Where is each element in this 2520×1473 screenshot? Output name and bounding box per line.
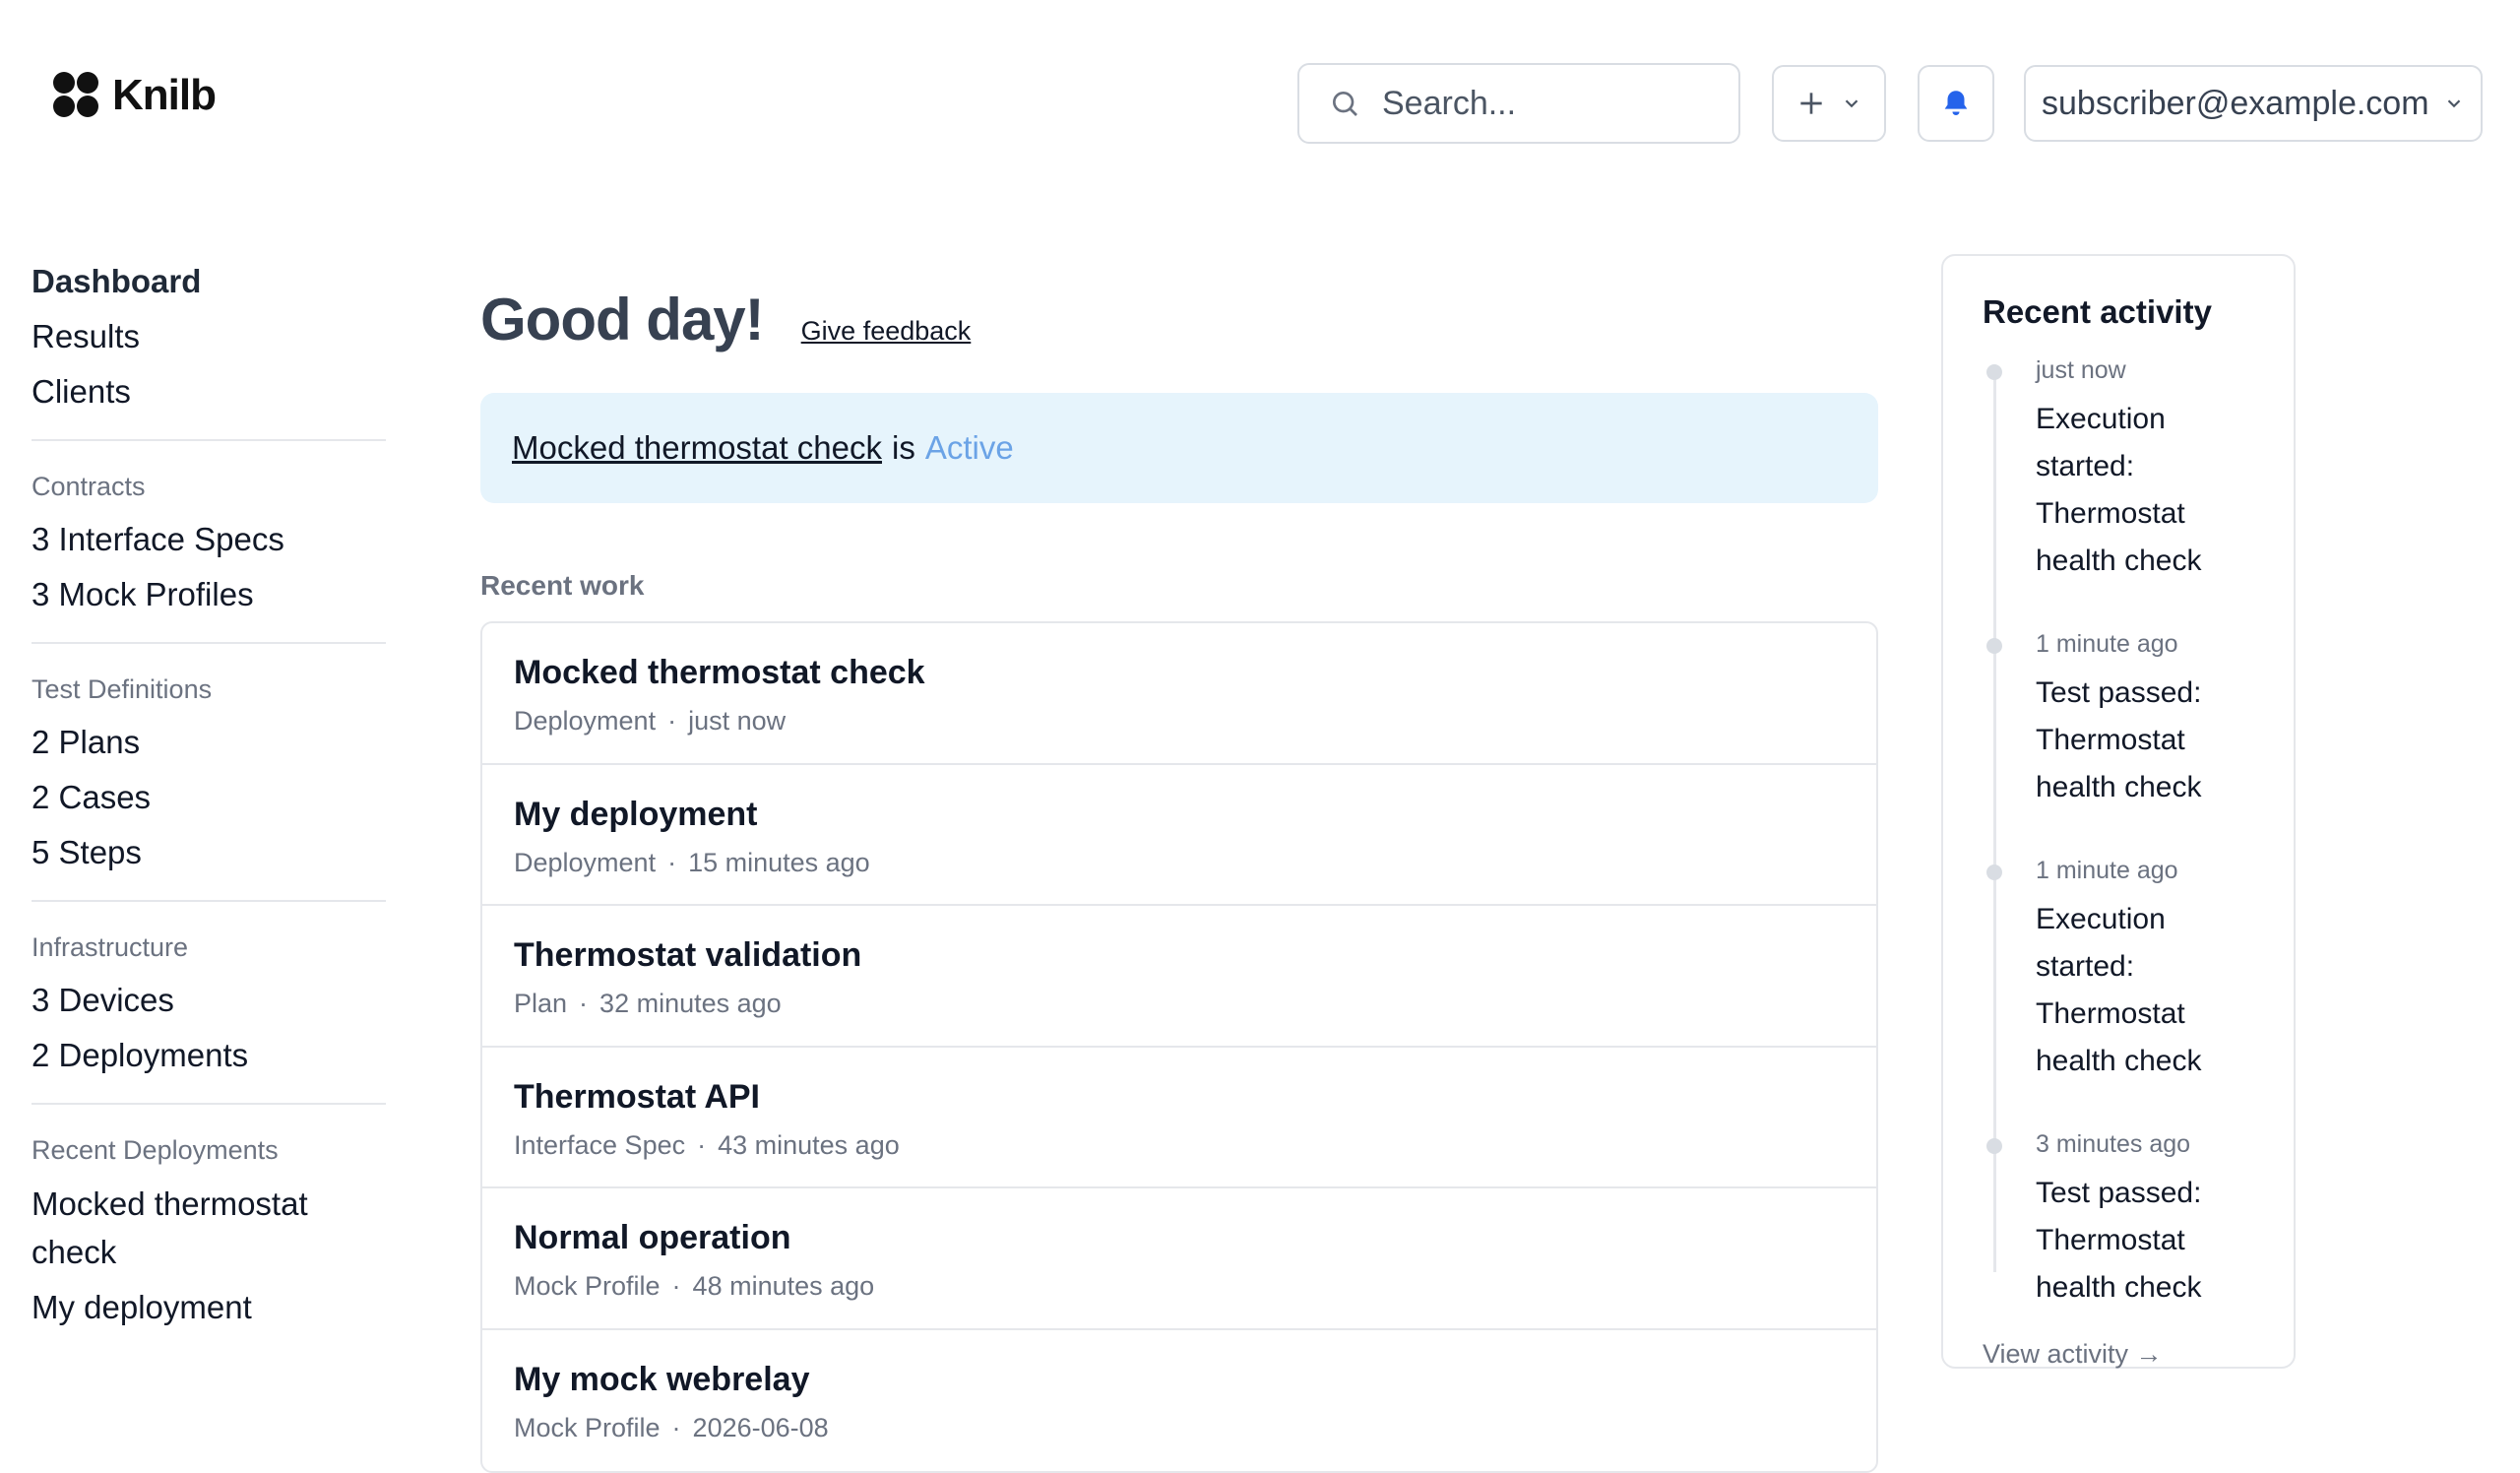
event-time: 1 minute ago xyxy=(2036,857,2178,884)
give-feedback-link[interactable]: Give feedback xyxy=(801,316,972,347)
meta-separator: · xyxy=(697,1129,707,1160)
activity-event: 1 minute ago Execution started: Thermost… xyxy=(1986,853,2294,1085)
greeting-row: Good day! Give feedback xyxy=(480,286,1878,353)
create-new-button[interactable] xyxy=(1772,65,1886,142)
search-input[interactable] xyxy=(1382,84,1717,123)
chevron-down-icon xyxy=(2447,99,2460,108)
item-time: 48 minutes ago xyxy=(692,1271,875,1301)
sidebar-item-interface-specs[interactable]: 3 Interface Specs xyxy=(32,512,386,567)
event-text: Execution started: Thermostat health che… xyxy=(2036,903,2202,1077)
logo-icon xyxy=(53,72,100,119)
event-time: 3 minutes ago xyxy=(2036,1130,2191,1158)
sidebar-divider xyxy=(32,642,386,644)
item-type: Deployment xyxy=(514,847,657,877)
user-email: subscriber@example.com xyxy=(2042,84,2429,122)
status-badge: Active xyxy=(924,429,1014,466)
activity-event: 3 minutes ago Test passed: Thermostat he… xyxy=(1986,1126,2294,1312)
activity-event: 1 minute ago Test passed: Thermostat hea… xyxy=(1986,626,2294,811)
notifications-button[interactable] xyxy=(1918,65,1994,142)
status-banner: Mocked thermostat check is Active xyxy=(480,393,1878,503)
activity-title: Recent activity xyxy=(1983,293,2212,330)
chevron-down-icon xyxy=(1845,99,1858,108)
item-title: My mock webrelay xyxy=(514,1360,810,1398)
sidebar-item-cases[interactable]: 2 Cases xyxy=(32,770,386,825)
plus-icon xyxy=(1800,93,1822,114)
list-item[interactable]: Thermostat API Interface Spec · 43 minutes… xyxy=(482,1048,1876,1188)
sidebar-item-recent-deployment[interactable]: Mocked thermostat check xyxy=(32,1176,356,1280)
list-item[interactable]: Thermostat validation Plan · 32 minutes ag… xyxy=(482,906,1876,1048)
recent-work-list: Mocked thermostat check Deployment · just … xyxy=(480,621,1878,1473)
sidebar-item-clients[interactable]: Clients xyxy=(32,364,386,419)
meta-separator: · xyxy=(667,706,677,736)
meta-separator: · xyxy=(671,1412,681,1442)
event-time: 1 minute ago xyxy=(2036,630,2178,658)
meta-separator: · xyxy=(671,1271,681,1301)
event-time: just now xyxy=(2036,356,2126,384)
activity-event: just now Execution started: Thermostat h… xyxy=(1986,352,2294,585)
item-title: Thermostat API xyxy=(514,1077,761,1116)
item-title: Thermostat validation xyxy=(514,936,862,974)
bell-icon xyxy=(1944,91,1968,116)
sidebar-item-deployments[interactable]: 2 Deployments xyxy=(32,1028,386,1083)
sidebar-divider xyxy=(32,900,386,902)
item-title: Mocked thermostat check xyxy=(514,654,925,691)
item-type: Mock Profile xyxy=(514,1271,661,1301)
sidebar-item-devices[interactable]: 3 Devices xyxy=(32,973,386,1028)
sidebar: Dashboard Results Clients Contracts 3 In… xyxy=(32,254,386,1335)
sidebar-item-steps[interactable]: 5 Steps xyxy=(32,825,386,880)
item-time: 32 minutes ago xyxy=(599,989,782,1018)
timeline-dot xyxy=(1986,638,2002,654)
item-title: Normal operation xyxy=(514,1219,791,1256)
brand-logo[interactable]: Knilb xyxy=(53,71,217,120)
meta-separator: · xyxy=(667,847,677,877)
timeline-dot xyxy=(1986,364,2002,380)
item-type: Mock Profile xyxy=(514,1412,661,1442)
item-time: 15 minutes ago xyxy=(688,847,870,877)
main-content: Good day! Give feedback Mocked thermosta… xyxy=(480,286,1878,1473)
user-menu-button[interactable]: subscriber@example.com xyxy=(2024,65,2483,142)
top-header: Knilb subscriber@example.com xyxy=(0,0,2520,207)
list-item[interactable]: Mocked thermostat check Deployment · just … xyxy=(482,623,1876,765)
sidebar-item-recent-deployment[interactable]: My deployment xyxy=(32,1280,386,1335)
view-activity-link[interactable]: View activity → xyxy=(1983,1339,2294,1370)
brand-name: Knilb xyxy=(112,71,217,119)
timeline-dot xyxy=(1986,865,2002,880)
group-label-test-definitions: Test Definitions xyxy=(32,674,213,704)
banner-connector: is xyxy=(892,429,915,466)
group-label-infrastructure: Infrastructure xyxy=(32,932,189,962)
list-item[interactable]: My mock webrelay Mock Profile · 2026-06-08 xyxy=(482,1330,1876,1472)
sidebar-divider xyxy=(32,1103,386,1105)
event-text: Test passed: Thermostat health check xyxy=(2036,676,2202,803)
event-text: Execution started: Thermostat health che… xyxy=(2036,403,2202,577)
recent-activity-panel: Recent activity just now Execution start… xyxy=(1941,254,2296,1369)
sidebar-item-results[interactable]: Results xyxy=(32,309,386,364)
sidebar-item-plans[interactable]: 2 Plans xyxy=(32,715,386,770)
group-label-contracts: Contracts xyxy=(32,472,146,501)
sidebar-item-mock-profiles[interactable]: 3 Mock Profiles xyxy=(32,567,386,622)
item-title: My deployment xyxy=(514,795,758,833)
item-time: 43 minutes ago xyxy=(718,1129,900,1160)
group-label-recent-deployments: Recent Deployments xyxy=(32,1135,279,1165)
meta-separator: · xyxy=(579,989,589,1018)
page-title: Good day! xyxy=(480,287,765,352)
sidebar-item-dashboard[interactable]: Dashboard xyxy=(32,254,386,309)
banner-deployment-link[interactable]: Mocked thermostat check xyxy=(512,429,882,467)
search-box[interactable] xyxy=(1297,63,1740,144)
item-time: 2026-06-08 xyxy=(692,1412,829,1442)
event-text: Test passed: Thermostat health check xyxy=(2036,1177,2202,1304)
item-type: Interface Spec xyxy=(514,1129,686,1160)
recent-work-title: Recent work xyxy=(480,570,645,601)
search-icon xyxy=(1333,92,1357,116)
item-time: just now xyxy=(688,706,787,736)
item-type: Deployment xyxy=(514,706,657,736)
activity-timeline: just now Execution started: Thermostat h… xyxy=(1983,352,2294,1312)
list-item[interactable]: My deployment Deployment · 15 minutes ago xyxy=(482,765,1876,906)
item-type: Plan xyxy=(514,989,568,1018)
list-item[interactable]: Normal operation Mock Profile · 48 minutes… xyxy=(482,1188,1876,1330)
sidebar-divider xyxy=(32,439,386,441)
timeline-dot xyxy=(1986,1138,2002,1154)
